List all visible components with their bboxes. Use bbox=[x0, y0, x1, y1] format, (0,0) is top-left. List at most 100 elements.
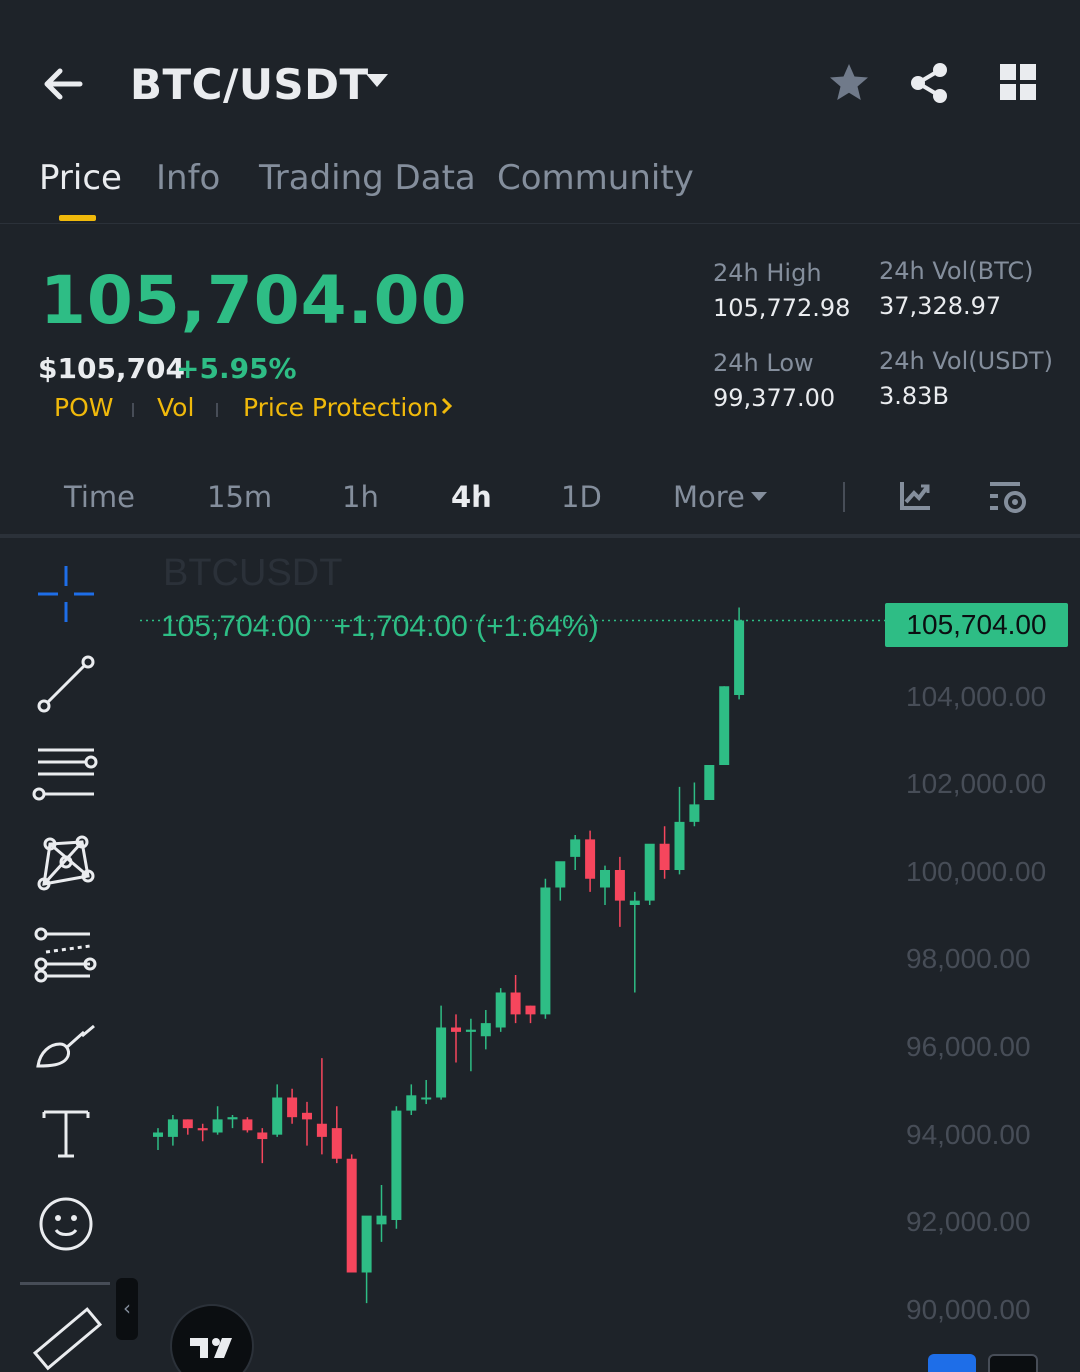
caret-down-icon[interactable] bbox=[750, 490, 768, 504]
interval-bar: Time 15m 1h 4h 1D More bbox=[0, 466, 1080, 538]
indicator-chart-icon[interactable] bbox=[896, 476, 936, 516]
candle-body bbox=[331, 1128, 342, 1159]
tab-trading-data[interactable]: Trading Data bbox=[259, 158, 476, 198]
toolbar-divider bbox=[20, 1282, 110, 1285]
candle bbox=[182, 1119, 193, 1135]
candle-body bbox=[197, 1128, 208, 1131]
candle bbox=[316, 1058, 327, 1155]
candle-body bbox=[510, 992, 521, 1015]
y-axis-label: 94,000.00 bbox=[906, 1119, 1031, 1150]
share-icon[interactable] bbox=[906, 60, 952, 106]
candle-body bbox=[346, 1158, 357, 1273]
y-axis-label: 98,000.00 bbox=[906, 943, 1031, 974]
emoji-icon[interactable] bbox=[30, 1188, 102, 1260]
tab-community[interactable]: Community bbox=[497, 158, 694, 198]
y-axis-label: 90,000.00 bbox=[906, 1294, 1031, 1325]
candle-body bbox=[212, 1119, 223, 1133]
text-tool-icon[interactable] bbox=[30, 1098, 102, 1170]
brush-icon[interactable] bbox=[30, 1008, 102, 1080]
candle bbox=[212, 1106, 223, 1135]
candle bbox=[242, 1117, 253, 1133]
tag-pow[interactable]: POW bbox=[54, 393, 113, 422]
candle-body bbox=[302, 1112, 312, 1120]
candle-body bbox=[495, 992, 506, 1028]
candle bbox=[510, 975, 521, 1024]
candle bbox=[555, 861, 566, 901]
candle bbox=[331, 1106, 342, 1164]
interval-more[interactable]: More bbox=[673, 480, 745, 514]
star-icon[interactable] bbox=[826, 60, 872, 106]
candle bbox=[346, 1154, 357, 1273]
candle bbox=[570, 835, 581, 870]
back-arrow-icon[interactable] bbox=[38, 58, 90, 110]
candle bbox=[197, 1123, 208, 1142]
vol-btc-value: 37,328.97 bbox=[879, 292, 1002, 320]
candle bbox=[257, 1128, 268, 1164]
candle bbox=[451, 1014, 461, 1063]
horizontal-lines-icon[interactable] bbox=[30, 738, 102, 810]
high-24h-label: 24h High bbox=[713, 259, 822, 287]
grid-icon[interactable] bbox=[996, 60, 1042, 106]
interval-4h[interactable]: 4h bbox=[451, 480, 492, 514]
section-tabs: Price Info Trading Data Community bbox=[0, 150, 1080, 224]
tag-vol[interactable]: Vol bbox=[157, 393, 194, 422]
candlestick-chart[interactable]: BTCUSDT 105,704.00 +1,704.00 (+1.64%) 10… bbox=[0, 540, 1080, 1372]
interval-15m[interactable]: 15m bbox=[207, 480, 272, 514]
last-price: 105,704.00 bbox=[40, 262, 468, 339]
tab-info[interactable]: Info bbox=[156, 158, 220, 198]
drawing-toolbar bbox=[0, 540, 130, 1372]
interval-1h[interactable]: 1h bbox=[342, 480, 379, 514]
candle bbox=[495, 988, 506, 1032]
y-axis-label: 96,000.00 bbox=[906, 1031, 1031, 1062]
vol-usdt-label: 24h Vol(USDT) bbox=[879, 347, 1053, 375]
low-24h-label: 24h Low bbox=[713, 349, 814, 377]
pattern-icon[interactable] bbox=[30, 828, 102, 900]
candle-body bbox=[361, 1215, 372, 1273]
caret-down-icon[interactable] bbox=[364, 70, 390, 92]
y-axis-label: 92,000.00 bbox=[906, 1206, 1031, 1237]
ruler-icon[interactable] bbox=[30, 1300, 102, 1372]
candle-body bbox=[600, 870, 610, 888]
chevron-right-icon[interactable] bbox=[440, 395, 454, 417]
trend-line-icon[interactable] bbox=[30, 648, 102, 720]
candle-body bbox=[629, 900, 640, 905]
trading-pair-title[interactable]: BTC/USDT bbox=[130, 60, 369, 109]
candle-body bbox=[227, 1117, 238, 1120]
tradingview-logo[interactable] bbox=[170, 1304, 254, 1372]
y-axis-label: 104,000.00 bbox=[906, 681, 1047, 712]
candle-body bbox=[406, 1095, 417, 1111]
tag-price-protection[interactable]: Price Protection bbox=[243, 393, 438, 422]
y-axis-label: 102,000.00 bbox=[906, 768, 1047, 799]
interval-time[interactable]: Time bbox=[64, 480, 135, 514]
toolbar-collapse-button[interactable]: ‹ bbox=[116, 1278, 138, 1340]
fib-retracement-icon[interactable] bbox=[30, 918, 102, 990]
candle bbox=[600, 865, 610, 905]
tab-price[interactable]: Price bbox=[39, 158, 122, 198]
chart-settings-icon[interactable] bbox=[987, 476, 1031, 516]
candle bbox=[540, 878, 551, 1019]
candle bbox=[436, 1005, 447, 1100]
auto-scale-button[interactable] bbox=[928, 1354, 976, 1372]
crosshair-icon[interactable] bbox=[30, 558, 102, 630]
tag-divider bbox=[216, 403, 218, 417]
candle bbox=[659, 826, 670, 879]
candle-body bbox=[734, 620, 745, 695]
candle-body bbox=[674, 821, 685, 870]
y-axis-label: 100,000.00 bbox=[906, 856, 1047, 887]
candle bbox=[421, 1080, 432, 1105]
candle bbox=[376, 1185, 387, 1242]
interval-1d[interactable]: 1D bbox=[561, 480, 602, 514]
candle-body bbox=[153, 1132, 163, 1137]
candle-body bbox=[421, 1097, 432, 1100]
high-24h-value: 105,772.98 bbox=[713, 294, 851, 322]
candle bbox=[391, 1106, 402, 1229]
zoom-button[interactable] bbox=[988, 1354, 1038, 1372]
candle bbox=[719, 686, 730, 765]
candle bbox=[287, 1088, 298, 1124]
candle bbox=[302, 1101, 312, 1146]
top-bar: BTC/USDT bbox=[0, 0, 1080, 150]
usd-price: $105,704 bbox=[38, 352, 186, 385]
tag-divider bbox=[132, 403, 134, 417]
candle-body bbox=[182, 1119, 193, 1129]
candle-body bbox=[287, 1097, 298, 1118]
